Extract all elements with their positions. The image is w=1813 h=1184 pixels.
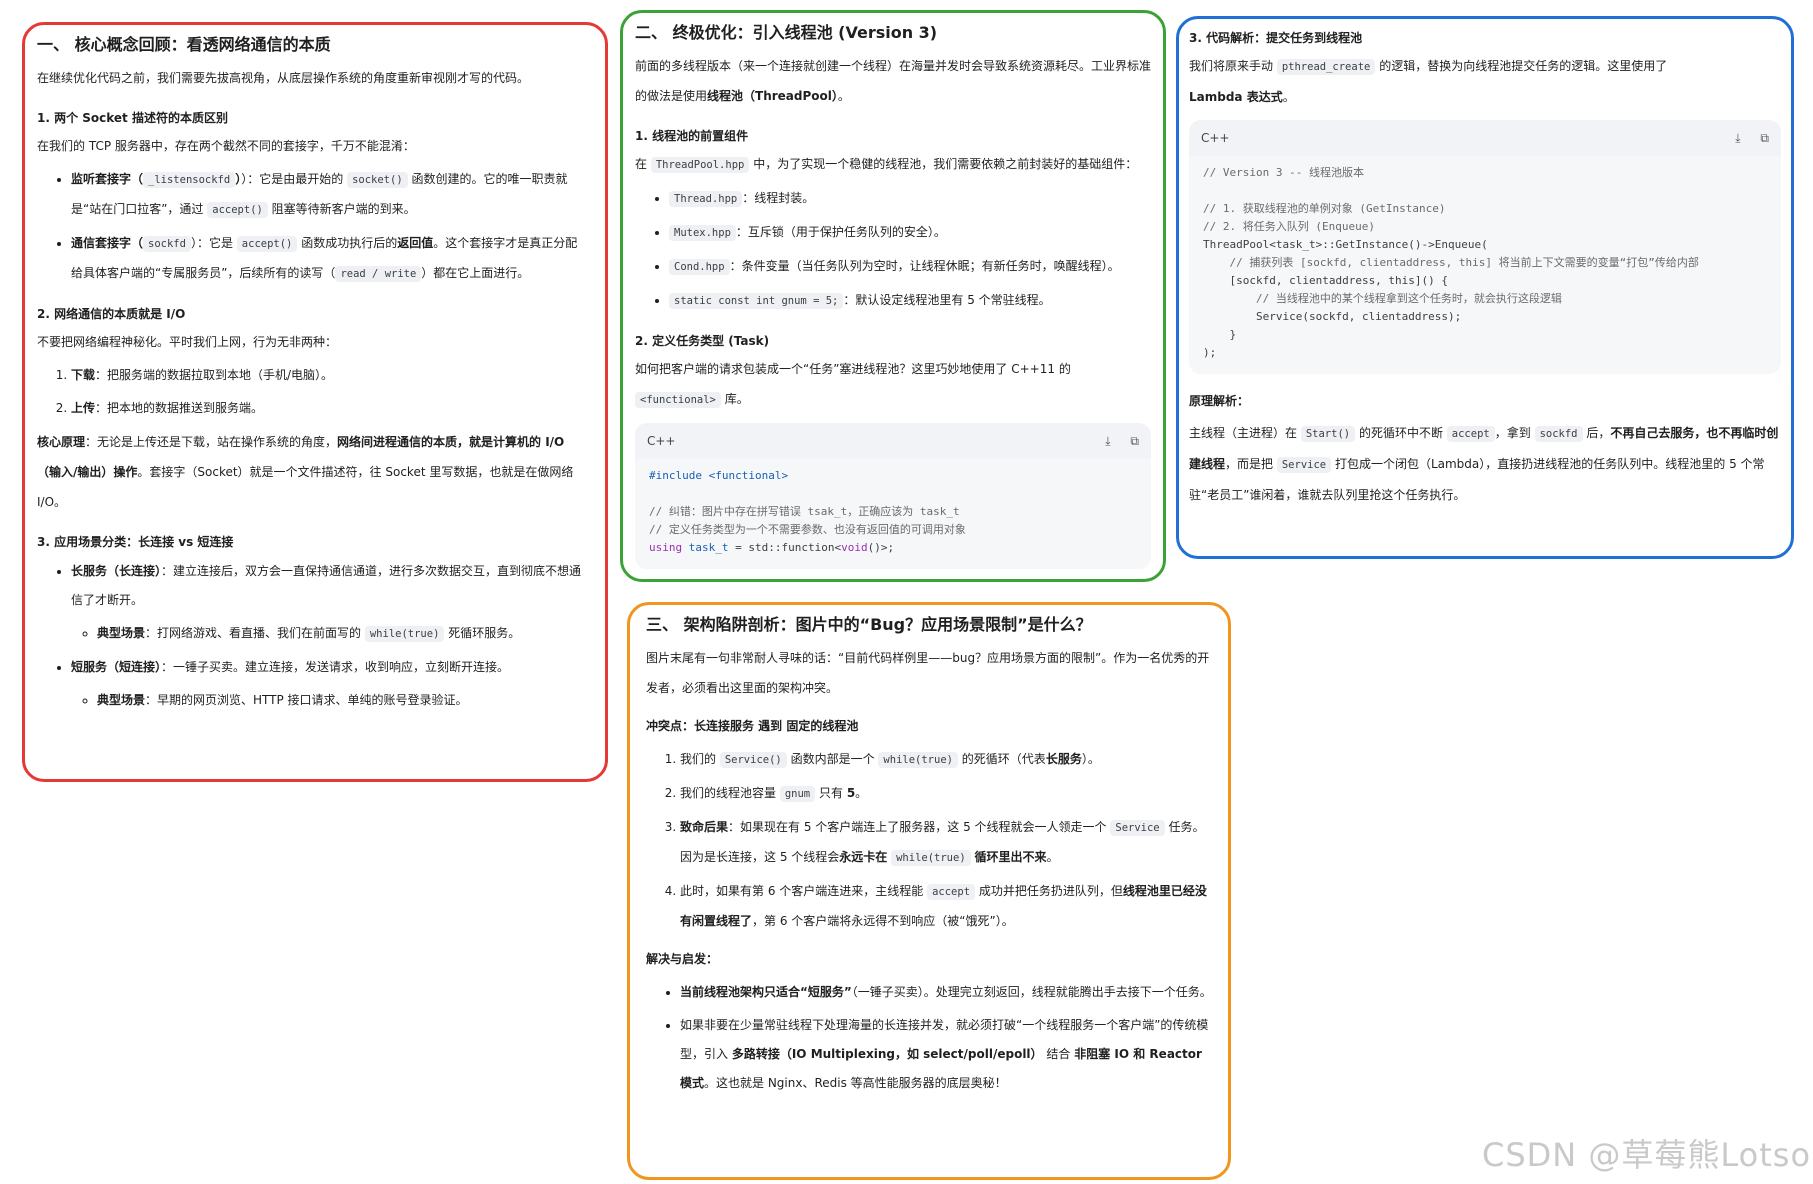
list-item: 通信套接字（sockfd）：它是 accept() 函数成功执行后的返回值。这个…: [71, 229, 583, 289]
intro-text: 前面的多线程版本（来一个连接就创建一个线程）在海量并发时会导致系统资源耗尽。工业…: [635, 59, 1152, 103]
heading-socket-types: 1. 两个 Socket 描述符的本质区别: [37, 111, 228, 125]
intro-text: 在继续优化代码之前，我们需要先拔高视角，从底层操作系统的角度重新审视刚才写的代码…: [37, 71, 530, 85]
conflict-list: 我们的 Service() 函数内部是一个 while(true) 的死循环（代…: [646, 745, 1212, 936]
code-language: C++: [647, 434, 676, 448]
list-item: 我们的 Service() 函数内部是一个 while(true) 的死循环（代…: [680, 745, 1212, 775]
list-item: 我们的线程池容量 gnum 只有 5。: [680, 779, 1212, 809]
code-block: C++ ⤓ ⧉ // Version 3 -- 线程池版本 // 1. 获取线程…: [1189, 120, 1781, 374]
list-item: 长服务（长连接）：建立连接后，双方会一直保持通信通道，进行多次数据交互，直到彻底…: [71, 557, 583, 649]
principle-label: 原理解析：: [1189, 394, 1250, 408]
list-item: Thread.hpp：线程封装。: [669, 184, 1151, 214]
code-line: // 捕获列表 [sockfd, clientaddress, this] 将当…: [1203, 256, 1699, 269]
io-list: 下载：把服务端的数据拉取到本地（手机/电脑）。 上传：把本地的数据推送到服务端。: [37, 361, 583, 423]
list-item: 监听套接字（_listensockfd））：它是由最开始的 socket() 函…: [71, 165, 583, 225]
code-body: #include <functional> // 纠错：图片中存在拼写错误 ts…: [635, 459, 1151, 569]
conflict-heading: 冲突点：长连接服务 遇到 固定的线程池: [646, 719, 859, 733]
list-item: 如果非要在少量常驻线程下处理海量的长连接并发，就必须打破“一个线程服务一个客户端…: [680, 1011, 1212, 1098]
code-line: }: [1203, 328, 1237, 341]
code-header: C++ ⤓ ⧉: [635, 423, 1151, 459]
paragraph: 在 ThreadPool.hpp 中，为了实现一个稳健的线程池，我们需要依赖之前…: [635, 157, 1138, 173]
code-block: C++ ⤓ ⧉ #include <functional> // 纠错：图片中存…: [635, 423, 1151, 569]
code-line: );: [1203, 346, 1217, 359]
paragraph: 如何把客户端的请求包装成一个“任务”塞进线程池？这里巧妙地使用了 C++11 的…: [635, 362, 1071, 408]
code-line: Service(sockfd, clientaddress);: [1203, 310, 1462, 323]
section-title: 3. 代码解析：提交任务到线程池: [1189, 31, 1363, 45]
code-line: // 2. 将任务入队列 (Enqueue): [1203, 220, 1375, 233]
code-line: // 1. 获取线程池的单例对象 (GetInstance): [1203, 202, 1446, 215]
list-item: 上传：把本地的数据推送到服务端。: [71, 394, 583, 423]
section-title: 一、 核心概念回顾：看透网络通信的本质: [37, 35, 331, 54]
component-list: Thread.hpp：线程封装。 Mutex.hpp：互斥锁（用于保护任务队列的…: [635, 184, 1151, 316]
intro-text: 图片末尾有一句非常耐人寻味的话：“目前代码样例里——bug？应用场景方面的限制”…: [646, 651, 1210, 695]
download-icon[interactable]: ⤓: [1105, 434, 1110, 449]
code-line: // Version 3 -- 线程池版本: [1203, 166, 1364, 179]
code-language: C++: [1201, 131, 1230, 145]
list-item: 典型场景：打网络游戏、看直播、我们在前面写的 while(true) 死循环服务…: [97, 619, 583, 649]
watermark: CSDN @草莓熊Lotso: [1482, 1136, 1812, 1174]
heading-components: 1. 线程池的前置组件: [635, 129, 749, 143]
code-line: // 当线程池中的某个线程拿到这个任务时，就会执行这段逻辑: [1203, 292, 1562, 305]
list-item: 典型场景：早期的网页浏览、HTTP 接口请求、单纯的账号登录验证。: [97, 686, 583, 715]
core-principle: 核心原理：无论是上传还是下载，站在操作系统的角度，网络间进程通信的本质，就是计算…: [37, 435, 574, 509]
copy-icon[interactable]: ⧉: [1130, 434, 1139, 449]
heading-scenarios: 3. 应用场景分类：长连接 vs 短连接: [37, 535, 234, 549]
heading-task-type: 2. 定义任务类型 (Task): [635, 334, 770, 348]
heading-io: 2. 网络通信的本质就是 I/O: [37, 307, 186, 321]
section-title: 三、 架构陷阱剖析：图片中的“Bug？应用场景限制”是什么？: [646, 615, 1092, 634]
code-line: [sockfd, clientaddress, this]() {: [1203, 274, 1449, 287]
code-body: // Version 3 -- 线程池版本 // 1. 获取线程池的单例对象 (…: [1189, 156, 1781, 374]
list-item: Cond.hpp：条件变量（当任务队列为空时，让线程休眠；有新任务时，唤醒线程）…: [669, 252, 1151, 282]
solution-heading: 解决与启发：: [646, 952, 719, 966]
socket-list: 监听套接字（_listensockfd））：它是由最开始的 socket() 函…: [37, 165, 583, 289]
list-item: 此时，如果有第 6 个客户端连进来，主线程能 accept 成功并把任务扔进队列…: [680, 877, 1212, 936]
list-item: 当前线程池架构只适合“短服务”（一锤子买卖）。处理完立刻返回，线程就能腾出手去接…: [680, 978, 1212, 1007]
section-title: 二、 终极优化：引入线程池 (Version 3): [635, 23, 938, 42]
scenario-list: 长服务（长连接）：建立连接后，双方会一直保持通信通道，进行多次数据交互，直到彻底…: [37, 557, 583, 715]
copy-icon[interactable]: ⧉: [1760, 131, 1769, 146]
solution-list: 当前线程池架构只适合“短服务”（一锤子买卖）。处理完立刻返回，线程就能腾出手去接…: [646, 978, 1212, 1098]
principle-text: 主线程（主进程）在 Start() 的死循环中不断 accept ，拿到 sock…: [1189, 426, 1779, 502]
section-code-analysis: 3. 代码解析：提交任务到线程池 我们将原来手动 pthread_create …: [1176, 16, 1794, 559]
section-architecture-pitfall: 三、 架构陷阱剖析：图片中的“Bug？应用场景限制”是什么？ 图片末尾有一句非常…: [627, 602, 1231, 1180]
list-item: Mutex.hpp：互斥锁（用于保护任务队列的安全）。: [669, 218, 1151, 248]
list-item: 致命后果：如果现在有 5 个客户端连上了服务器，这 5 个线程就会一人领走一个 …: [680, 813, 1212, 873]
code-line: ThreadPool<task_t>::GetInstance()->Enque…: [1203, 238, 1488, 251]
paragraph: 在我们的 TCP 服务器中，存在两个截然不同的套接字，千万不能混淆：: [37, 139, 415, 153]
paragraph: 我们将原来手动 pthread_create 的逻辑，替换为向线程池提交任务的逻…: [1189, 59, 1668, 104]
section-threadpool: 二、 终极优化：引入线程池 (Version 3) 前面的多线程版本（来一个连接…: [620, 10, 1166, 582]
download-icon[interactable]: ⤓: [1735, 131, 1740, 146]
list-item: static const int gnum = 5;：默认设定线程池里有 5 个…: [669, 286, 1151, 316]
section-core-concepts: 一、 核心概念回顾：看透网络通信的本质 在继续优化代码之前，我们需要先拔高视角，…: [22, 22, 608, 782]
paragraph: 不要把网络编程神秘化。平时我们上网，行为无非两种：: [37, 335, 338, 349]
list-item: 短服务（短连接）：一锤子买卖。建立连接，发送请求，收到响应，立刻断开连接。 典型…: [71, 653, 583, 715]
code-header: C++ ⤓ ⧉: [1189, 120, 1781, 156]
list-item: 下载：把服务端的数据拉取到本地（手机/电脑）。: [71, 361, 583, 390]
